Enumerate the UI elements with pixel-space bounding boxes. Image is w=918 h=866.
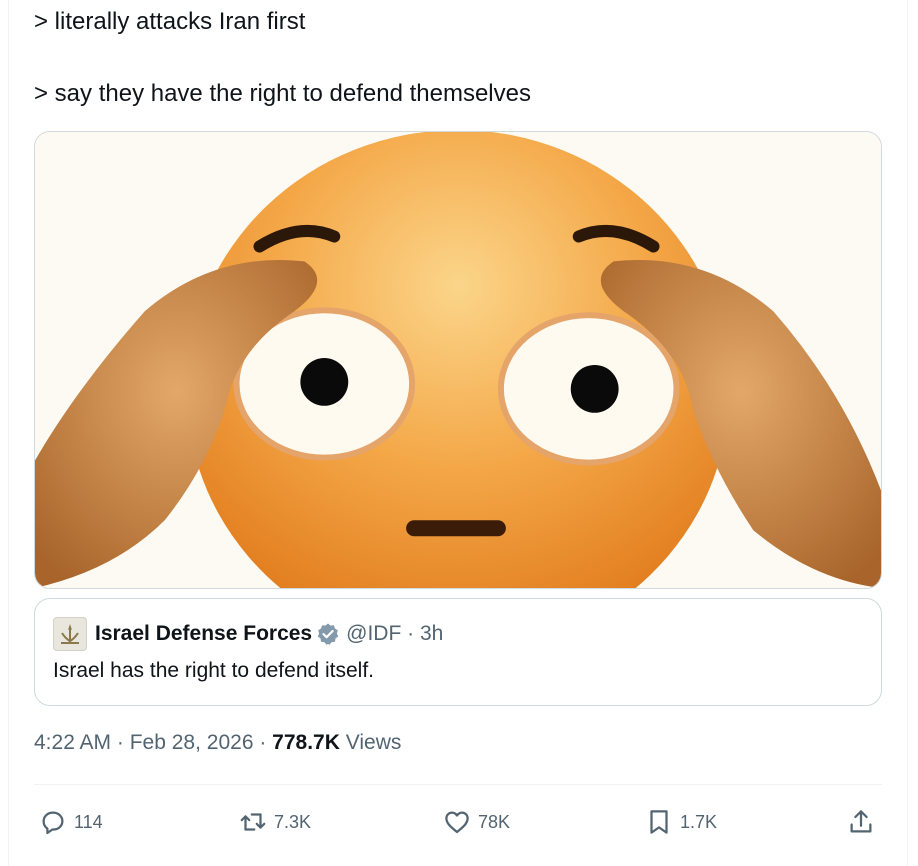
tweet-meta: 4:22 AM · Feb 28, 2026 · 778.7K Views [34, 731, 401, 755]
reply-icon [42, 811, 64, 835]
share-icon [850, 810, 872, 833]
tweet-text: > literally attacks Iran first > say the… [34, 6, 884, 110]
bookmark-button[interactable]: 1.7K [644, 800, 717, 844]
meta-separator: · [111, 731, 130, 754]
like-count: 78K [478, 811, 511, 832]
reply-button[interactable]: 114 [38, 800, 103, 844]
retweet-count: 7.3K [274, 811, 312, 832]
retweet-icon [240, 813, 266, 831]
tweet-media-image[interactable] [34, 131, 882, 589]
bookmark-icon [650, 810, 668, 834]
flushed-emoji-image [35, 132, 881, 588]
quoted-author-name[interactable]: Israel Defense Forces [95, 622, 312, 646]
tweet-time[interactable]: 4:22 AM [34, 731, 111, 754]
like-button[interactable]: 78K [442, 800, 510, 844]
retweet-button[interactable]: 7.3K [238, 800, 311, 844]
gray-verified-badge-icon [317, 623, 339, 645]
bookmark-count: 1.7K [680, 811, 718, 832]
divider [34, 784, 882, 785]
tweet-actions: 114 7.3K 78K 1.7K [0, 800, 918, 844]
views-label: Views [339, 731, 402, 754]
reply-count: 114 [74, 811, 103, 832]
column-border-left [8, 0, 9, 866]
quoted-author-handle: @IDF · 3h [346, 622, 444, 645]
column-border-right [907, 0, 908, 866]
quoted-tweet-header: Israel Defense Forces @IDF · 3h [53, 617, 443, 651]
views-count: 778.7K [272, 731, 340, 754]
tweet-detail: > literally attacks Iran first > say the… [0, 0, 918, 866]
quoted-tweet[interactable]: Israel Defense Forces @IDF · 3h Israel h… [34, 598, 882, 706]
meta-separator: · [253, 731, 273, 754]
tweet-text-line-2: > say they have the right to defend them… [34, 80, 531, 107]
share-button[interactable] [846, 800, 876, 844]
heart-icon [445, 811, 469, 834]
quoted-tweet-text: Israel has the right to defend itself. [53, 659, 375, 682]
tweet-text-line-1: > literally attacks Iran first [34, 8, 306, 35]
idf-emblem-icon[interactable] [53, 617, 87, 651]
tweet-date[interactable]: Feb 28, 2026 [130, 731, 254, 754]
